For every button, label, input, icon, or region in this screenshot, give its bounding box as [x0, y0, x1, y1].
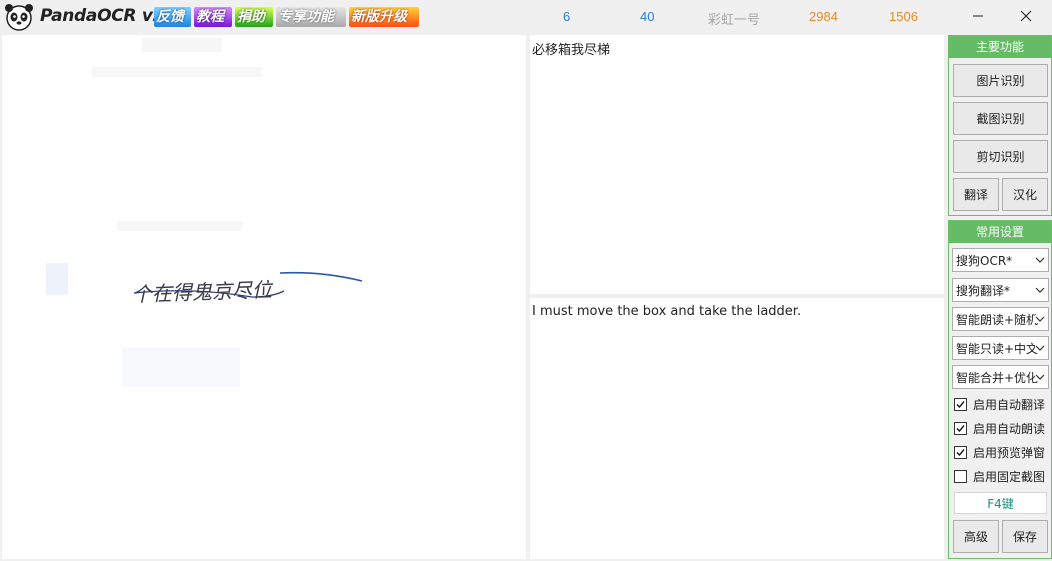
feedback-link[interactable]: 反馈 — [154, 7, 191, 27]
main-functions-header: 主要功能 — [949, 36, 1051, 58]
checkmark-icon — [956, 424, 965, 432]
minimize-button[interactable] — [955, 0, 1001, 32]
merge-mode-value: 智能合并+优化 — [956, 370, 1039, 385]
translate-button[interactable]: 翻译 — [953, 178, 999, 211]
ocr-engine-value: 搜狗OCR* — [956, 253, 1013, 268]
read-only-mode-select[interactable]: 智能只读+中文 — [952, 336, 1049, 360]
donate-link[interactable]: 捐助 — [235, 7, 273, 27]
image-ocr-button[interactable]: 图片识别 — [953, 64, 1048, 97]
translate-engine-value: 搜狗翻译* — [956, 283, 1011, 298]
chevron-down-icon — [1035, 257, 1045, 263]
checkbox-box[interactable] — [954, 445, 967, 459]
chevron-down-icon — [1035, 344, 1045, 352]
checkbox-label: 启用自动朗读 — [973, 421, 1046, 436]
handwriting-image: 个在得鬼京尽位 — [132, 271, 363, 306]
stat-2: 40 — [640, 9, 655, 24]
translation-text: I must move the box and take the ladder. — [532, 304, 802, 319]
read-only-mode-value: 智能只读+中文 — [956, 341, 1039, 356]
save-button[interactable]: 保存 — [1002, 520, 1048, 553]
stat-5: 1506 — [889, 9, 918, 24]
exclusive-features-link[interactable]: 专享功能 — [276, 7, 346, 27]
close-button[interactable] — [1003, 0, 1049, 32]
chevron-down-icon — [1035, 287, 1045, 293]
checkbox-label: 启用预览弹窗 — [973, 445, 1046, 460]
auto-read-checkbox[interactable]: 启用自动朗读 — [954, 419, 1045, 437]
checkmark-icon — [956, 448, 965, 456]
settings-header: 常用设置 — [949, 221, 1051, 243]
checkbox-box[interactable] — [954, 397, 967, 411]
settings-group: 常用设置 搜狗OCR* 搜狗翻译* 智能朗读+随机 智能只读+中文 智能合并+优… — [948, 220, 1052, 559]
main-functions-group: 主要功能 图片识别 截图识别 剪切识别 翻译 汉化 — [948, 35, 1052, 216]
merge-mode-select[interactable]: 智能合并+优化 — [952, 365, 1049, 389]
close-icon — [1020, 10, 1032, 22]
panda-logo-icon — [5, 4, 33, 31]
handwriting-text: 个在得鬼京尽位 — [132, 277, 275, 306]
stat-1: 6 — [563, 9, 571, 24]
checkbox-label: 启用固定截图 — [973, 469, 1046, 484]
chevron-down-icon — [1035, 373, 1045, 381]
minimize-icon — [973, 15, 983, 17]
upgrade-link[interactable]: 新版升级 — [349, 7, 419, 27]
chevron-down-icon — [1035, 315, 1045, 323]
ocr-source-text: 必移箱我尽梯 — [532, 43, 611, 58]
hotkey-field[interactable]: F4键 — [954, 492, 1047, 514]
read-mode-select[interactable]: 智能朗读+随机 — [952, 307, 1049, 331]
title-bar: PandaOCR v2.6 反馈 教程 捐助 专享功能 新版升级 6 40 彩虹… — [0, 0, 1052, 33]
advanced-button[interactable]: 高级 — [953, 520, 999, 553]
screenshot-ocr-button[interactable]: 截图识别 — [953, 102, 1048, 135]
preview-popup-checkbox[interactable]: 启用预览弹窗 — [954, 443, 1045, 461]
ocr-engine-select[interactable]: 搜狗OCR* — [952, 248, 1049, 272]
translation-textbox[interactable]: I must move the box and take the ladder. — [530, 298, 944, 559]
translate-engine-select[interactable]: 搜狗翻译* — [952, 278, 1049, 302]
fixed-screenshot-checkbox[interactable]: 启用固定截图 — [954, 467, 1045, 485]
localize-button[interactable]: 汉化 — [1002, 178, 1048, 211]
auto-translate-checkbox[interactable]: 启用自动翻译 — [954, 395, 1045, 413]
clipboard-ocr-button[interactable]: 剪切识别 — [953, 140, 1048, 173]
checkbox-label: 启用自动翻译 — [973, 397, 1046, 412]
ocr-source-textbox[interactable]: 必移箱我尽梯 — [530, 35, 944, 294]
image-preview-panel: 个在得鬼京尽位 — [2, 35, 526, 559]
checkmark-icon — [956, 400, 965, 408]
stat-4: 2984 — [809, 9, 838, 24]
read-mode-value: 智能朗读+随机 — [956, 312, 1039, 327]
checkbox-box[interactable] — [954, 421, 967, 435]
stat-3: 彩虹一号 — [708, 12, 761, 27]
tutorial-link[interactable]: 教程 — [194, 7, 232, 27]
checkbox-box[interactable] — [954, 469, 967, 483]
